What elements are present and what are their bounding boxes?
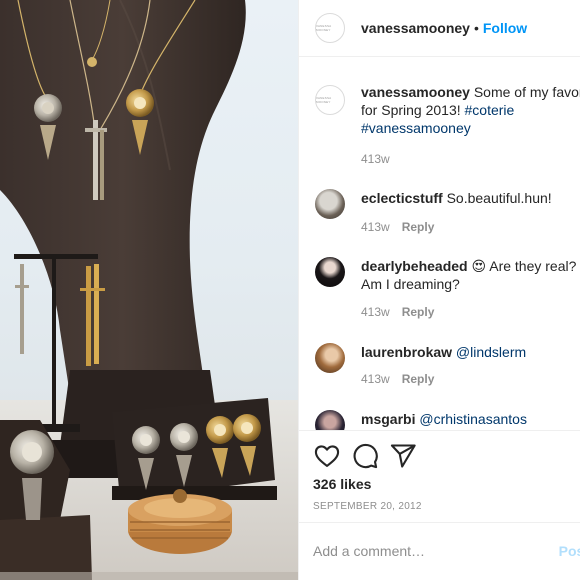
header-separator: • bbox=[473, 20, 479, 36]
caption-username[interactable]: vanessamooney bbox=[361, 84, 470, 100]
comment-username[interactable]: eclecticstuff bbox=[361, 190, 443, 206]
comment-username[interactable]: msgarbi bbox=[361, 411, 415, 427]
comment-avatar[interactable] bbox=[315, 343, 345, 373]
comment-icon[interactable] bbox=[351, 442, 379, 470]
post-comment-button[interactable]: Post bbox=[559, 543, 580, 559]
mention-link[interactable]: @crhistinasantos bbox=[419, 411, 527, 427]
avatar-brand-text: VANESSA MOONEY bbox=[316, 24, 332, 32]
hashtag-link[interactable]: #coterie bbox=[465, 102, 515, 118]
likes-count[interactable]: 326 likes bbox=[313, 476, 371, 492]
caption-body-line2: for Spring 2013! bbox=[361, 102, 461, 118]
follow-button[interactable]: Follow bbox=[483, 20, 527, 36]
comment-text: eclecticstuff So.beautiful.hun! bbox=[361, 189, 580, 207]
add-comment-bar: Add a comment… Post bbox=[299, 522, 580, 580]
comment-time[interactable]: 413w bbox=[361, 372, 390, 386]
post-date[interactable]: SEPTEMBER 20, 2012 bbox=[313, 501, 422, 512]
comment-input[interactable]: Add a comment… bbox=[313, 543, 425, 559]
comment-body-line2: Am I dreaming? bbox=[361, 276, 460, 292]
paper-plane-icon[interactable] bbox=[389, 442, 417, 470]
comments-list[interactable]: VANESSA MOONEY vanessamooney Some of my … bbox=[299, 57, 580, 430]
reply-button[interactable]: Reply bbox=[402, 372, 435, 386]
mention-link[interactable]: @lindslerm bbox=[456, 344, 526, 360]
comment-avatar[interactable] bbox=[315, 410, 345, 430]
comment-time[interactable]: 413w bbox=[361, 220, 390, 234]
comment-avatar[interactable] bbox=[315, 189, 345, 219]
comment-username[interactable]: dearlybeheaded bbox=[361, 258, 468, 274]
comment-body: Are they real? bbox=[489, 258, 577, 274]
caption-text: vanessamooney Some of my favor for Sprin… bbox=[361, 83, 580, 137]
comment-text: laurenbrokaw @lindslerm bbox=[361, 343, 580, 361]
profile-avatar[interactable]: VANESSA MOONEY bbox=[315, 13, 345, 43]
comment-meta: 413w Reply bbox=[361, 220, 434, 234]
comment-text: msgarbi @crhistinasantos bbox=[361, 410, 580, 428]
heart-icon[interactable] bbox=[313, 442, 341, 470]
comment-username[interactable]: laurenbrokaw bbox=[361, 344, 452, 360]
header-username[interactable]: vanessamooney bbox=[361, 20, 470, 36]
caption-avatar-brand-text: VANESSA MOONEY bbox=[316, 96, 332, 104]
comment-time[interactable]: 413w bbox=[361, 305, 390, 319]
comment-text: dearlybeheaded 😍 Are they real? Am I dre… bbox=[361, 257, 580, 293]
comment-meta: 413w Reply bbox=[361, 372, 434, 386]
hashtag-link[interactable]: #vanessamooney bbox=[361, 120, 471, 136]
caption-avatar[interactable]: VANESSA MOONEY bbox=[315, 85, 345, 115]
comment-meta: 413w Reply bbox=[361, 305, 434, 319]
reply-button[interactable]: Reply bbox=[402, 220, 435, 234]
reply-button[interactable]: Reply bbox=[402, 305, 435, 319]
header-user-line: vanessamooney • Follow bbox=[361, 20, 527, 36]
post-details-panel: VANESSA MOONEY vanessamooney • Follow VANE… bbox=[298, 0, 580, 580]
caption-meta: 413w bbox=[361, 152, 390, 166]
jewelry-display-image bbox=[0, 0, 298, 580]
post-header: VANESSA MOONEY vanessamooney • Follow bbox=[299, 0, 580, 57]
caption-time[interactable]: 413w bbox=[361, 152, 390, 166]
comment-body: So.beautiful.hun! bbox=[446, 190, 552, 206]
comment-avatar[interactable] bbox=[315, 257, 345, 287]
post-photo[interactable] bbox=[0, 0, 298, 580]
heart-eyes-emoji: 😍 bbox=[471, 258, 487, 274]
caption-body: Some of my favor bbox=[473, 84, 580, 100]
